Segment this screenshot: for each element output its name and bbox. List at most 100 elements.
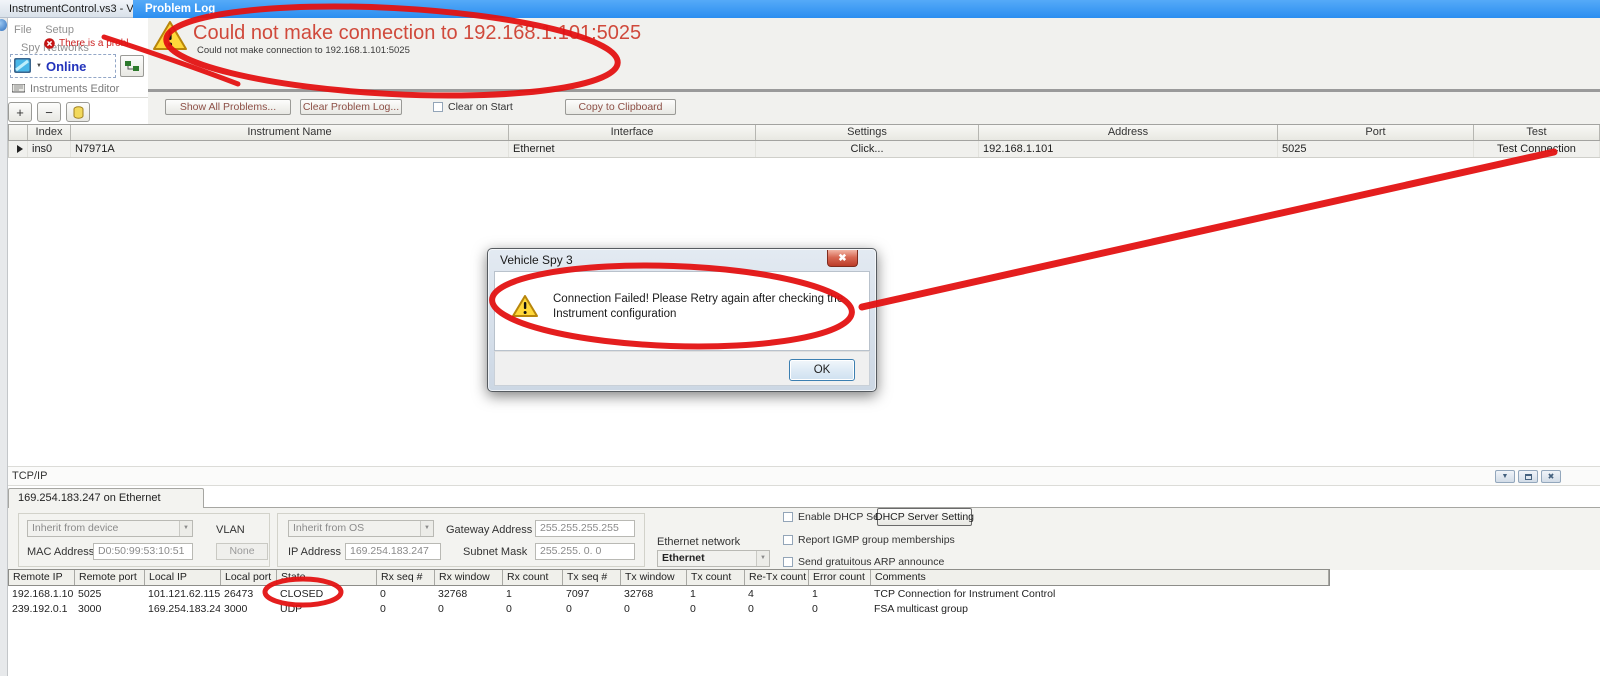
col-instrument-name[interactable]: Instrument Name: [71, 125, 509, 140]
cell-remote-port: 3000: [74, 602, 144, 617]
ethernet-network-value: Ethernet: [662, 552, 705, 564]
annotation-arrow-line: [862, 152, 1554, 307]
panel-close-button[interactable]: ✖: [1541, 470, 1561, 483]
col-test[interactable]: Test: [1474, 125, 1600, 140]
panel-restore-button[interactable]: [1518, 470, 1538, 483]
remove-instrument-button[interactable]: −: [37, 102, 61, 122]
online-control[interactable]: ▼ Online: [10, 54, 116, 78]
dhcp-server-setting-button[interactable]: DHCP Server Setting: [877, 508, 972, 526]
col-rx-count[interactable]: Rx count: [503, 570, 563, 585]
tcpip-window-buttons: ▼ ✖: [1492, 470, 1561, 483]
col-remote-port[interactable]: Remote port: [75, 570, 145, 585]
chevron-down-icon: ▼: [420, 521, 433, 536]
cell-tx-seq: 0: [562, 602, 620, 617]
database-button[interactable]: [66, 102, 90, 122]
cell-error-count: 1: [808, 587, 870, 602]
gateway-field[interactable]: 255.255.255.255: [535, 520, 635, 537]
menu-file[interactable]: File: [14, 24, 32, 36]
cell-rx-window: 32768: [434, 587, 502, 602]
col-settings[interactable]: Settings: [756, 125, 979, 140]
cell-test-connection[interactable]: Test Connection: [1474, 141, 1600, 157]
online-mode-icon[interactable]: [14, 58, 32, 74]
igmp-checkbox[interactable]: [783, 535, 793, 545]
ethernet-network-dropdown[interactable]: Ethernet ▼: [657, 550, 770, 567]
col-error-count[interactable]: Error count: [809, 570, 871, 585]
col-tx-window[interactable]: Tx window: [621, 570, 687, 585]
igmp-label: Report IGMP group memberships: [798, 534, 955, 546]
chevron-down-icon: ▼: [756, 551, 769, 566]
app-titlebar[interactable]: InstrumentControl.vs3 - V: [0, 0, 133, 18]
ok-button[interactable]: OK: [789, 359, 855, 381]
left-dock-strip[interactable]: [0, 18, 8, 676]
instruments-table-header: Index Instrument Name Interface Settings…: [8, 124, 1600, 141]
cell-rx-count: 0: [502, 602, 562, 617]
arp-label: Send gratuitous ARP announce: [798, 556, 944, 568]
warning-icon: [152, 20, 188, 52]
instrument-row[interactable]: ins0 N7971A Ethernet Click... 192.168.1.…: [8, 141, 1600, 158]
cell-instrument-name[interactable]: N7971A: [71, 141, 509, 157]
col-address[interactable]: Address: [979, 125, 1278, 140]
mac-address-field[interactable]: D0:50:99:53:10:51: [93, 543, 193, 560]
col-local-ip[interactable]: Local IP: [145, 570, 221, 585]
close-icon: ✖: [838, 253, 846, 264]
enable-dhcp-checkbox[interactable]: [783, 512, 793, 522]
row-selector-cell: [9, 141, 28, 157]
arp-checkbox[interactable]: [783, 557, 793, 567]
plus-icon: +: [16, 105, 24, 120]
online-caret-icon[interactable]: ▼: [36, 63, 42, 69]
cell-tx-window: 32768: [620, 587, 686, 602]
chevron-down-icon: ▼: [1502, 473, 1509, 480]
dialog-close-button[interactable]: ✖: [827, 250, 858, 267]
cell-rx-count: 1: [502, 587, 562, 602]
ip-address-field[interactable]: 169.254.183.247: [345, 543, 441, 560]
tcpip-titlebar[interactable]: TCP/IP: [8, 466, 1600, 486]
col-state[interactable]: State: [277, 570, 377, 585]
connection-row[interactable]: 192.168.1.101 5025 101.121.62.115 26473 …: [8, 587, 1330, 602]
device-mode-dropdown[interactable]: Inherit from device▼: [27, 520, 193, 537]
clear-problem-log-button[interactable]: Clear Problem Log...: [300, 99, 402, 115]
col-rx-seq[interactable]: Rx seq #: [377, 570, 435, 585]
clear-on-start-checkbox[interactable]: [433, 102, 443, 112]
col-interface[interactable]: Interface: [509, 125, 756, 140]
network-hardware-button[interactable]: [120, 55, 144, 77]
col-index[interactable]: Index: [28, 125, 71, 140]
connection-row[interactable]: 239.192.0.1 3000 169.254.183.24 3000 UDP…: [8, 602, 1330, 617]
problem-alert-text[interactable]: There is a probl: [59, 38, 128, 49]
add-instrument-button[interactable]: +: [8, 102, 32, 122]
col-retx-count[interactable]: Re-Tx count: [745, 570, 809, 585]
cell-address[interactable]: 192.168.1.101: [979, 141, 1278, 157]
cell-interface[interactable]: Ethernet: [509, 141, 756, 157]
problem-log-header[interactable]: Problem Log: [133, 0, 1600, 18]
menu-setup[interactable]: Setup: [45, 24, 74, 36]
col-tx-seq[interactable]: Tx seq #: [563, 570, 621, 585]
instruments-editor-row[interactable]: Instruments Editor: [8, 80, 148, 98]
col-remote-ip[interactable]: Remote IP: [9, 570, 75, 585]
problem-alert-icon: [44, 38, 55, 49]
cell-retx-count: 0: [744, 602, 808, 617]
cell-port[interactable]: 5025: [1278, 141, 1474, 157]
show-all-problems-button[interactable]: Show All Problems...: [165, 99, 291, 115]
col-local-port[interactable]: Local port: [221, 570, 277, 585]
col-port[interactable]: Port: [1278, 125, 1474, 140]
panel-dropdown-button[interactable]: ▼: [1495, 470, 1515, 483]
cell-local-port: 26473: [220, 587, 276, 602]
cell-local-ip: 169.254.183.24: [144, 602, 220, 617]
col-rx-window[interactable]: Rx window: [435, 570, 503, 585]
col-comments[interactable]: Comments: [871, 570, 1329, 585]
os-mode-dropdown[interactable]: Inherit from OS▼: [288, 520, 434, 537]
cell-index[interactable]: ins0: [28, 141, 71, 157]
col-tx-count[interactable]: Tx count: [687, 570, 745, 585]
tab-adapter[interactable]: 169.254.183.247 on Ethernet: [8, 488, 204, 508]
copy-to-clipboard-button[interactable]: Copy to Clipboard: [565, 99, 676, 115]
restore-icon: [1525, 474, 1532, 480]
vehicle-spy-dialog: Vehicle Spy 3 ✖ Connection Failed! Pleas…: [487, 248, 877, 392]
vlan-field[interactable]: None: [216, 543, 268, 560]
ip-address-label: IP Address: [288, 546, 341, 558]
vehicle-spy-window: InstrumentControl.vs3 - V Problem Log Fi…: [0, 0, 1600, 676]
cell-rx-seq: 0: [376, 587, 434, 602]
problem-log-title: Problem Log: [145, 3, 215, 15]
cell-local-ip: 101.121.62.115: [144, 587, 220, 602]
online-status-label: Online: [46, 59, 86, 74]
cell-settings[interactable]: Click...: [756, 141, 979, 157]
subnet-field[interactable]: 255.255. 0. 0: [535, 543, 635, 560]
